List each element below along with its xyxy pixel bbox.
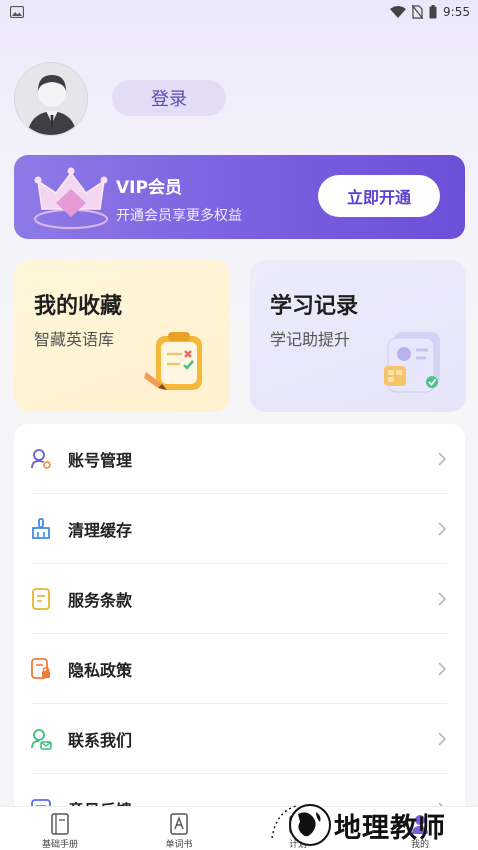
menu-item-label: 隐私政策 [68,661,133,680]
menu-item-label: 服务条款 [68,591,133,610]
menu-item-privacy[interactable]: 隐私政策 [14,634,465,704]
avatar[interactable] [14,62,88,136]
chevron-right-icon [438,662,447,676]
study-record-title: 学习记录 [270,294,359,319]
menu-item-label: 联系我们 [68,731,133,750]
study-record-subtitle: 学记助提升 [270,330,351,349]
menu-item-clear-cache[interactable]: 清理缓存 [14,494,465,564]
favorites-subtitle: 智藏英语库 [34,330,115,349]
login-button[interactable]: 登录 [112,80,226,116]
wordbook-icon [170,813,188,835]
vip-activate-button[interactable]: 立即开通 [318,175,440,217]
chevron-right-icon [438,732,447,746]
vip-subtitle: 开通会员享更多权益 [116,208,242,224]
tab-wordbook[interactable]: 单词书 [139,811,219,850]
tab-handbook[interactable]: 基础手册 [20,811,100,850]
battery-icon [429,5,437,19]
no-sim-icon [412,5,424,19]
favorites-card[interactable]: 我的收藏 智藏英语库 [14,260,230,412]
globe-logo-icon [271,804,331,846]
chevron-right-icon [438,522,447,536]
chevron-right-icon [438,592,447,606]
watermark: 地理教师 [262,800,476,850]
privacy-icon [31,658,50,679]
clipboard-checklist-icon [144,332,202,390]
chevron-right-icon [438,452,447,466]
profile-header: 登录 [0,56,478,156]
vip-banner[interactable]: VIP会员 开通会员享更多权益 立即开通 [14,155,465,239]
menu-item-contact[interactable]: 联系我们 [14,704,465,774]
menu-item-label: 清理缓存 [68,521,133,540]
contact-icon [31,729,52,750]
record-id-card-icon [384,332,440,393]
settings-menu: 账号管理 清理缓存 服务条款 隐私政策 联系我们 [14,424,465,844]
favorites-title: 我的收藏 [34,294,123,319]
status-time: 9:55 [443,5,470,19]
tab-label: 基础手册 [41,840,78,850]
vip-title: VIP会员 [116,178,182,198]
study-record-card[interactable]: 学习记录 学记助提升 [250,260,466,412]
handbook-icon [51,813,69,835]
document-icon [32,588,50,610]
wifi-icon [390,6,407,18]
menu-item-account[interactable]: 账号管理 [14,424,465,494]
watermark-text: 地理教师 [334,812,446,844]
tab-label: 单词书 [165,840,193,850]
vip-crown-icon [34,167,108,229]
account-icon [31,449,51,469]
menu-item-label: 账号管理 [68,451,133,470]
broom-icon [32,518,50,539]
menu-item-terms[interactable]: 服务条款 [14,564,465,634]
status-bar: 9:55 [0,0,478,24]
gallery-notification-icon [10,6,24,18]
